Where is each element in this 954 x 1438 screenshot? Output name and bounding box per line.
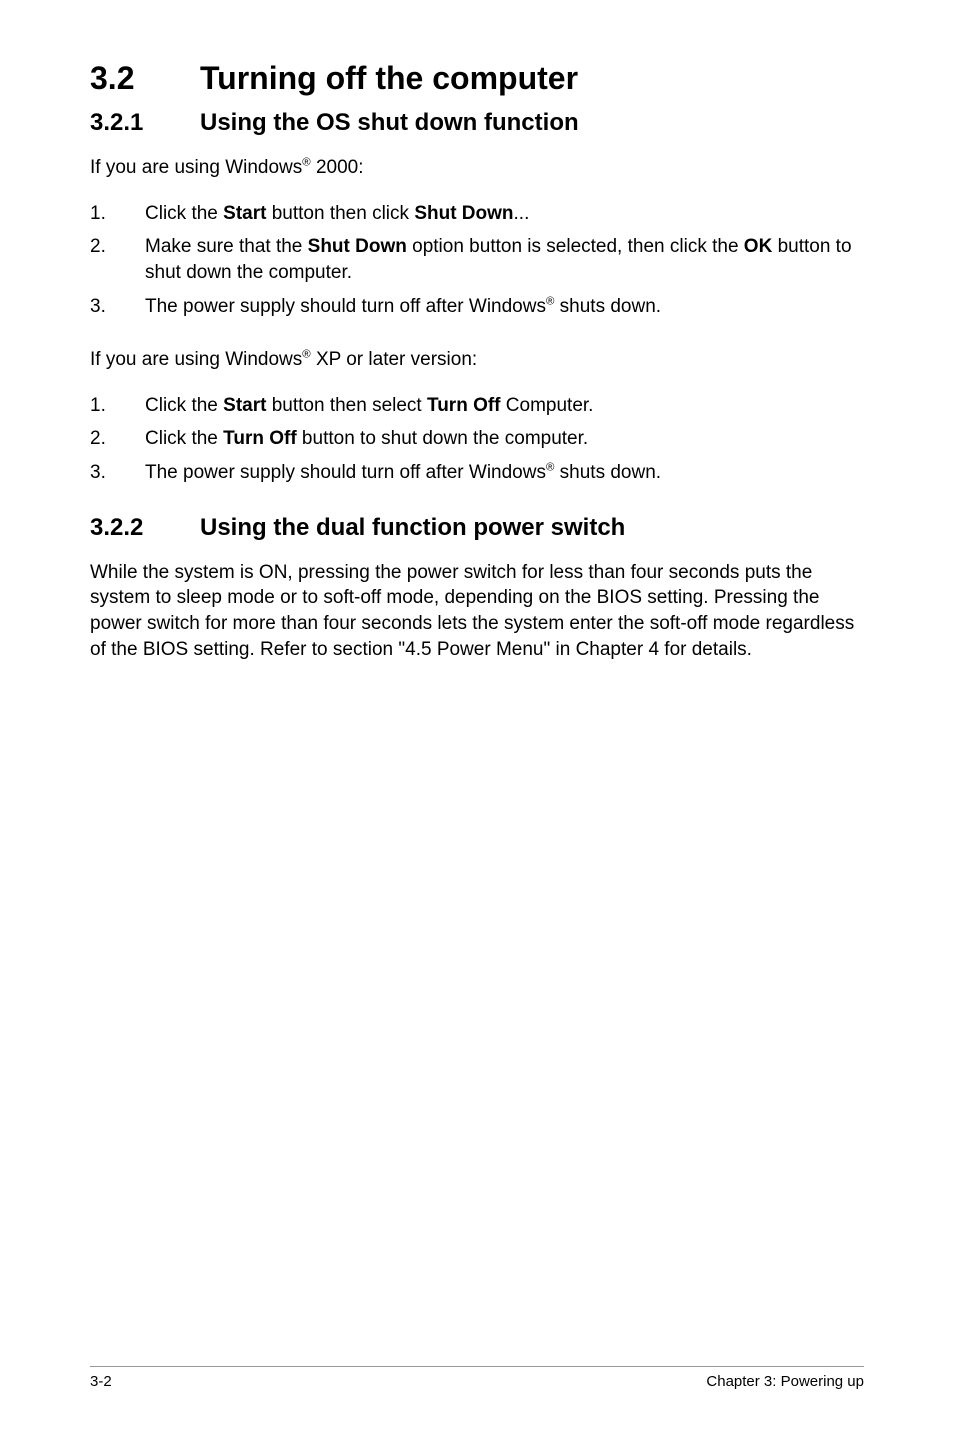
step-text: Computer. (501, 395, 594, 416)
intro-text: 2000: (311, 157, 364, 178)
list-item: Make sure that the Shut Down option butt… (90, 234, 864, 285)
step-bold: Turn Off (223, 428, 297, 449)
step-text: shuts down. (554, 296, 661, 317)
section-title: Turning off the computer (200, 60, 578, 96)
step-text: Click the (145, 428, 223, 449)
page-title: 3.2Turning off the computer (90, 60, 864, 97)
step-text: The power supply should turn off after W… (145, 462, 546, 483)
step-bold: OK (744, 236, 773, 257)
step-bold: Start (223, 395, 266, 416)
steps-windows-xp: Click the Start button then select Turn … (90, 393, 864, 486)
step-text: Make sure that the (145, 236, 308, 257)
registered-icon: ® (302, 349, 310, 361)
subsection-number: 3.2.1 (90, 109, 200, 137)
intro-windows-xp: If you are using Windows® XP or later ve… (90, 347, 864, 373)
list-item: Click the Start button then select Turn … (90, 393, 864, 419)
list-item: The power supply should turn off after W… (90, 460, 864, 486)
list-item: Click the Turn Off button to shut down t… (90, 426, 864, 452)
chapter-label: Chapter 3: Powering up (706, 1373, 864, 1390)
step-text: The power supply should turn off after W… (145, 296, 546, 317)
subsection-number: 3.2.2 (90, 514, 200, 542)
registered-icon: ® (302, 157, 310, 169)
section-number: 3.2 (90, 60, 200, 97)
subsection-title: Using the OS shut down function (200, 109, 579, 136)
subsection-title: Using the dual function power switch (200, 514, 625, 541)
step-bold: Start (223, 203, 266, 224)
subsection-321-heading: 3.2.1Using the OS shut down function (90, 109, 864, 137)
page-footer: 3-2 Chapter 3: Powering up (90, 1366, 864, 1390)
steps-windows-2000: Click the Start button then click Shut D… (90, 201, 864, 320)
step-text: shuts down. (554, 462, 661, 483)
list-item: The power supply should turn off after W… (90, 294, 864, 320)
step-text: Click the (145, 395, 223, 416)
section-322-paragraph: While the system is ON, pressing the pow… (90, 560, 864, 663)
intro-text: If you are using Windows (90, 157, 302, 178)
step-bold: Turn Off (427, 395, 501, 416)
step-text: button then click (266, 203, 414, 224)
step-text: button then select (266, 395, 427, 416)
intro-text: XP or later version: (311, 349, 478, 370)
step-text: Click the (145, 203, 223, 224)
intro-windows-2000: If you are using Windows® 2000: (90, 155, 864, 181)
step-text: button to shut down the computer. (297, 428, 589, 449)
step-text: option button is selected, then click th… (407, 236, 744, 257)
step-text: ... (514, 203, 530, 224)
list-item: Click the Start button then click Shut D… (90, 201, 864, 227)
step-bold: Shut Down (414, 203, 513, 224)
subsection-322-heading: 3.2.2Using the dual function power switc… (90, 514, 864, 542)
page-number: 3-2 (90, 1373, 112, 1390)
step-bold: Shut Down (308, 236, 407, 257)
intro-text: If you are using Windows (90, 349, 302, 370)
